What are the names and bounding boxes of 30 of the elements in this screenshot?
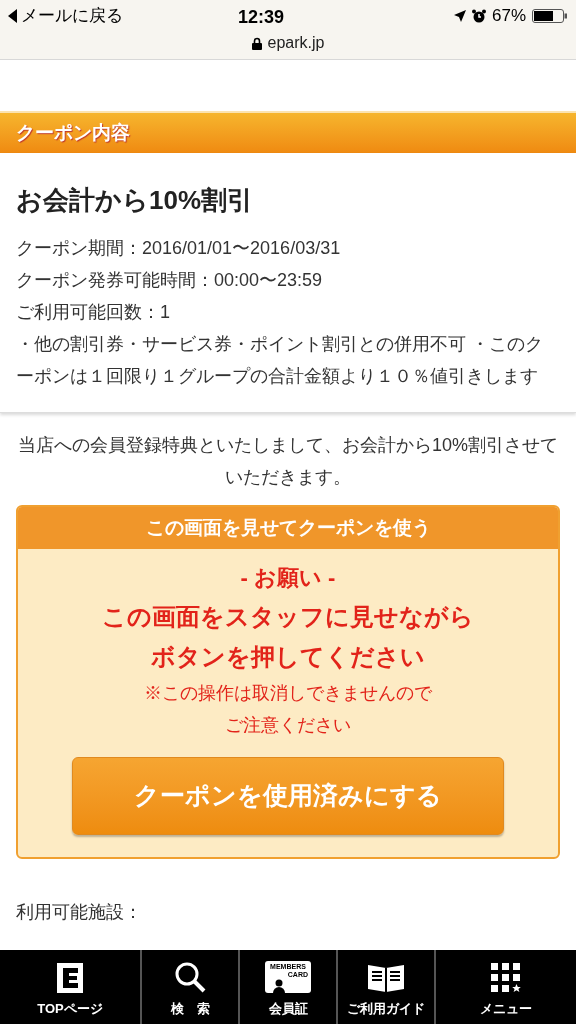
lock-icon bbox=[251, 36, 262, 50]
request-text: この画面をスタッフに見せながら bbox=[102, 602, 474, 632]
facilities-label: 利用可能施設： bbox=[15, 901, 143, 924]
coupon-detail: クーポン期間：2016/01/01〜2016/03/31 bbox=[16, 237, 342, 260]
alarm-clock-icon bbox=[471, 9, 486, 23]
panel-title: この画面を見せてクーポンを使う bbox=[145, 515, 431, 540]
search-icon bbox=[174, 960, 206, 993]
nav-tab[interactable]: メニュー bbox=[434, 950, 576, 1024]
nav-tab[interactable]: TOPページ bbox=[0, 950, 140, 1024]
caution-note: ご注意ください bbox=[225, 714, 351, 737]
caution-note: ※この操作は取消しできませんので bbox=[144, 682, 432, 705]
coupon-detail: クーポン発券可能時間：00:00〜23:59 bbox=[16, 269, 324, 292]
battery-percent: 67% bbox=[491, 5, 526, 28]
grid-menu-icon bbox=[491, 962, 521, 993]
section-header-title: クーポン内容 bbox=[16, 120, 130, 145]
request-heading: - お願い - bbox=[240, 564, 336, 592]
clock-time: 12:39 bbox=[238, 6, 285, 29]
battery-icon bbox=[532, 8, 568, 24]
coupon-detail: ご利用可能回数：1 bbox=[16, 301, 171, 324]
letter-e-logo-icon bbox=[57, 962, 83, 993]
back-caret-icon bbox=[8, 9, 17, 23]
description-text: 当店への会員登録特典といたしまして、お会計から10%割引させていただきます。 bbox=[17, 434, 559, 489]
request-text: ボタンを押してください bbox=[151, 642, 425, 672]
address-bar[interactable]: epark.jp bbox=[251, 31, 325, 55]
nav-tab[interactable]: 検 索 bbox=[140, 950, 238, 1024]
coupon-title: お会計から10%割引 bbox=[16, 184, 255, 217]
location-arrow-icon bbox=[453, 10, 466, 22]
back-link[interactable]: メールに戻る bbox=[8, 3, 123, 29]
coupon-detail: ・他の割引券・サービス券・ポイント割引との併用不可 ・このクーポンは１回限り１グループの合計金額より１０％値引きします bbox=[16, 333, 544, 388]
nav-tab[interactable]: ご利用ガイド bbox=[336, 950, 434, 1024]
